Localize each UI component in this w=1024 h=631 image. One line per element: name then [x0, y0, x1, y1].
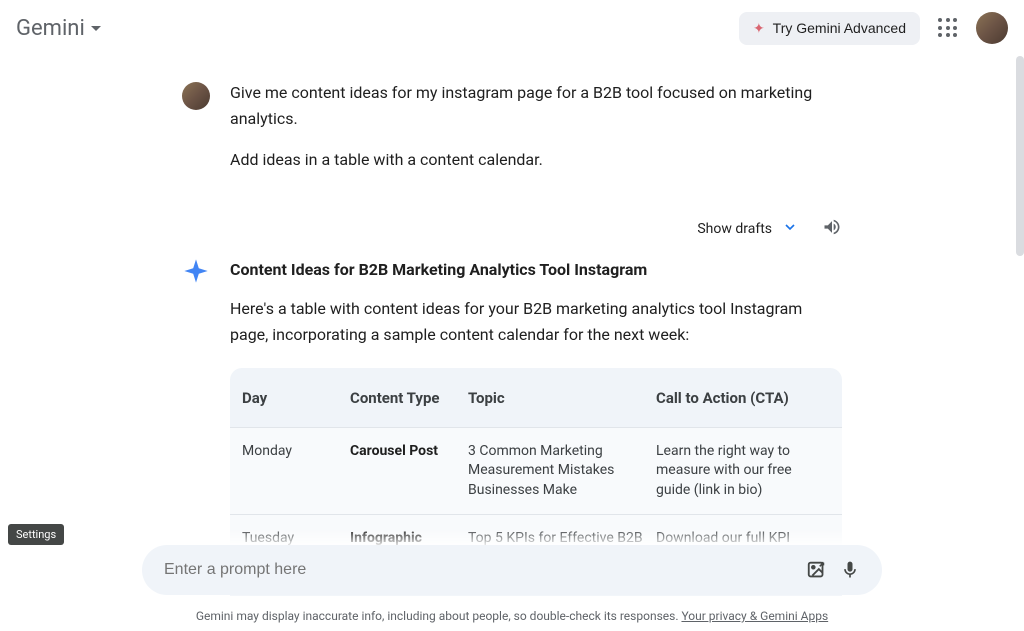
- header-actions: ✦ Try Gemini Advanced: [739, 12, 1008, 45]
- prompt-input[interactable]: [164, 561, 794, 579]
- user-message: Give me content ideas for my instagram p…: [182, 80, 842, 189]
- user-avatar-small: [182, 82, 210, 110]
- upload-image-icon[interactable]: [806, 559, 828, 581]
- user-avatar[interactable]: [976, 12, 1008, 44]
- conversation-area: Give me content ideas for my instagram p…: [122, 56, 902, 596]
- th-content-type: Content Type: [350, 388, 460, 409]
- try-advanced-button[interactable]: ✦ Try Gemini Advanced: [739, 12, 920, 45]
- scrollbar[interactable]: [1016, 56, 1024, 256]
- th-day: Day: [242, 388, 342, 409]
- table-row: Monday Carousel Post 3 Common Marketing …: [230, 427, 842, 515]
- sparkle-icon: ✦: [753, 20, 765, 37]
- user-text-p2: Add ideas in a table with a content cale…: [230, 147, 842, 173]
- td-cta: Learn the right way to measure with our …: [656, 442, 821, 501]
- response-intro: Here's a table with content ideas for yo…: [230, 296, 842, 347]
- google-apps-icon[interactable]: [936, 16, 960, 40]
- disclaimer-text: Gemini may display inaccurate info, incl…: [196, 609, 682, 623]
- response-controls: Show drafts: [230, 213, 842, 257]
- th-topic: Topic: [468, 388, 648, 409]
- app-header: Gemini ✦ Try Gemini Advanced: [0, 0, 1024, 56]
- microphone-icon[interactable]: [840, 560, 860, 580]
- chevron-down-icon: [91, 26, 101, 31]
- app-title-dropdown[interactable]: Gemini: [16, 16, 101, 41]
- table-header-row: Day Content Type Topic Call to Action (C…: [230, 368, 842, 427]
- speaker-icon[interactable]: [822, 217, 842, 241]
- response-title: Content Ideas for B2B Marketing Analytic…: [230, 257, 842, 283]
- show-drafts-toggle[interactable]: Show drafts: [697, 219, 798, 239]
- try-advanced-label: Try Gemini Advanced: [773, 20, 906, 36]
- th-cta: Call to Action (CTA): [656, 388, 821, 409]
- user-message-content: Give me content ideas for my instagram p…: [230, 80, 842, 189]
- app-title: Gemini: [16, 16, 85, 41]
- chevron-down-icon: [782, 219, 798, 239]
- gemini-sparkle-icon: [182, 257, 210, 285]
- settings-tooltip: Settings: [8, 524, 64, 545]
- disclaimer-footer: Gemini may display inaccurate info, incl…: [0, 609, 1024, 623]
- td-day: Monday: [242, 442, 342, 462]
- show-drafts-label: Show drafts: [697, 221, 772, 237]
- prompt-input-area: [142, 545, 882, 595]
- user-text-p1: Give me content ideas for my instagram p…: [230, 80, 842, 131]
- td-topic: 3 Common Marketing Measurement Mistakes …: [468, 442, 648, 501]
- privacy-link[interactable]: Your privacy & Gemini Apps: [681, 609, 828, 623]
- td-type: Carousel Post: [350, 442, 460, 462]
